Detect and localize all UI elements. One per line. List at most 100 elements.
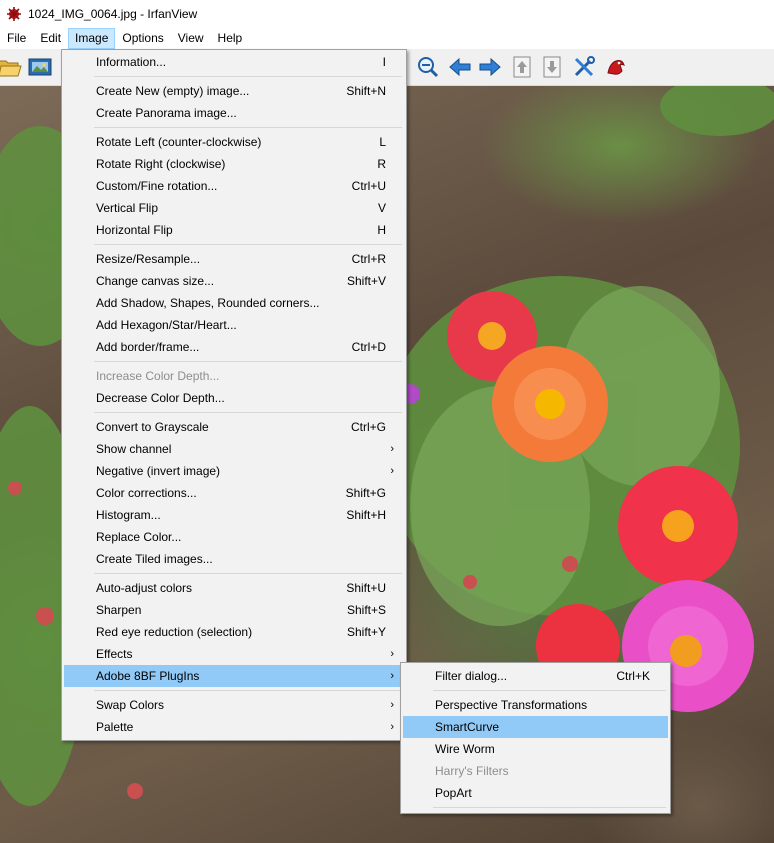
menu-separator (94, 412, 402, 413)
menu-help[interactable]: Help (211, 28, 250, 49)
menu-separator (433, 690, 666, 691)
menu-image[interactable]: Image (68, 28, 116, 49)
menu-separator (94, 573, 402, 574)
menu-item-sharpen[interactable]: Sharpen Shift+S (64, 599, 404, 621)
menu-separator (94, 690, 402, 691)
forward-arrow-icon[interactable] (476, 53, 504, 81)
menu-item-adobe-8bf-plugins[interactable]: Adobe 8BF PlugIns › (64, 665, 404, 687)
menu-item-negative[interactable]: Negative (invert image) › (64, 460, 404, 482)
menu-item-horizontal-flip[interactable]: Horizontal Flip H (64, 219, 404, 241)
menu-separator (94, 127, 402, 128)
menu-item-create-new-image[interactable]: Create New (empty) image... Shift+N (64, 80, 404, 102)
menu-item-label: Horizontal Flip (96, 223, 173, 237)
menu-item-harrys-filters: Harry's Filters (403, 760, 668, 782)
menu-item-add-border[interactable]: Add border/frame... Ctrl+D (64, 336, 404, 358)
red-flower-right (618, 466, 738, 586)
menu-item-add-hexagon[interactable]: Add Hexagon/Star/Heart... (64, 314, 404, 336)
menu-item-custom-rotation[interactable]: Custom/Fine rotation... Ctrl+U (64, 175, 404, 197)
menu-item-shortcut: Ctrl+K (616, 669, 650, 683)
irfanview-app-icon (7, 7, 21, 21)
menu-item-label: Adobe 8BF PlugIns (96, 669, 200, 683)
submenu-arrow-icon: › (390, 443, 394, 455)
menu-item-label: Create Panorama image... (96, 106, 237, 120)
menu-item-color-corrections[interactable]: Color corrections... Shift+G (64, 482, 404, 504)
menu-item-palette[interactable]: Palette › (64, 716, 404, 738)
menu-item-label: Color corrections... (96, 486, 197, 500)
back-arrow-icon[interactable] (446, 53, 474, 81)
menu-item-information[interactable]: Information... I (64, 51, 404, 73)
menu-item-shortcut: Shift+S (346, 603, 386, 617)
menu-item-label: Effects (96, 647, 133, 661)
menu-item-wire-worm[interactable]: Wire Worm (403, 738, 668, 760)
plugins-submenu: Filter dialog... Ctrl+K Perspective Trans… (400, 662, 671, 814)
menu-file[interactable]: File (0, 28, 33, 49)
menu-item-add-shadow[interactable]: Add Shadow, Shapes, Rounded corners... (64, 292, 404, 314)
tools-icon[interactable] (570, 53, 598, 81)
menu-item-label: Histogram... (96, 508, 161, 522)
menu-item-decrease-color-depth[interactable]: Decrease Color Depth... (64, 387, 404, 409)
menu-item-label: Add Shadow, Shapes, Rounded corners... (96, 296, 320, 310)
menu-item-histogram[interactable]: Histogram... Shift+H (64, 504, 404, 526)
menu-item-shortcut: Shift+V (346, 274, 386, 288)
menu-item-label: Swap Colors (96, 698, 165, 712)
menu-view[interactable]: View (171, 28, 211, 49)
menu-separator (94, 244, 402, 245)
submenu-arrow-icon: › (390, 699, 394, 711)
submenu-arrow-icon: › (390, 670, 394, 682)
menu-item-shortcut: Ctrl+D (351, 340, 386, 354)
slideshow-icon[interactable] (26, 53, 54, 81)
menu-item-shortcut: Shift+G (345, 486, 386, 500)
menu-item-label: Decrease Color Depth... (96, 391, 225, 405)
menu-item-shortcut: Shift+U (346, 581, 386, 595)
page-down-icon[interactable] (538, 53, 566, 81)
menu-item-label: Information... (96, 55, 167, 69)
menu-separator (433, 807, 666, 808)
menu-item-perspective-transformations[interactable]: Perspective Transformations (403, 694, 668, 716)
menu-item-shortcut: Shift+H (346, 508, 386, 522)
menu-item-label: Sharpen (96, 603, 142, 617)
menu-item-vertical-flip[interactable]: Vertical Flip V (64, 197, 404, 219)
menu-item-label: Red eye reduction (selection) (96, 625, 253, 639)
menu-item-label: Change canvas size... (96, 274, 215, 288)
menu-item-filter-dialog[interactable]: Filter dialog... Ctrl+K (403, 665, 668, 687)
menu-item-show-channel[interactable]: Show channel › (64, 438, 404, 460)
menu-item-auto-adjust[interactable]: Auto-adjust colors Shift+U (64, 577, 404, 599)
menu-item-popart[interactable]: PopArt (403, 782, 668, 804)
page-up-icon[interactable] (508, 53, 536, 81)
menu-item-label: Add border/frame... (96, 340, 200, 354)
menu-item-label: Create Tiled images... (96, 552, 213, 566)
title-bar: 1024_IMG_0064.jpg - IrfanView (0, 0, 774, 28)
window-title: 1024_IMG_0064.jpg - IrfanView (28, 7, 198, 21)
zoom-out-icon[interactable] (414, 53, 442, 81)
menu-item-rotate-left[interactable]: Rotate Left (counter-clockwise) L (64, 131, 404, 153)
menu-item-label: Wire Worm (435, 742, 495, 756)
menu-item-replace-color[interactable]: Replace Color... (64, 526, 404, 548)
menu-item-canvas-size[interactable]: Change canvas size... Shift+V (64, 270, 404, 292)
menu-item-resize[interactable]: Resize/Resample... Ctrl+R (64, 248, 404, 270)
menu-item-increase-color-depth: Increase Color Depth... (64, 365, 404, 387)
submenu-arrow-icon: › (390, 648, 394, 660)
menu-item-label: Replace Color... (96, 530, 182, 544)
menu-item-grayscale[interactable]: Convert to Grayscale Ctrl+G (64, 416, 404, 438)
menu-edit[interactable]: Edit (33, 28, 68, 49)
orange-flower (492, 346, 608, 462)
irfanview-logo-icon[interactable] (602, 53, 630, 81)
menu-item-label: Negative (invert image) (96, 464, 221, 478)
menu-item-label: Increase Color Depth... (96, 369, 220, 383)
menu-item-swap-colors[interactable]: Swap Colors › (64, 694, 404, 716)
menu-item-label: Convert to Grayscale (96, 420, 209, 434)
menu-item-red-eye[interactable]: Red eye reduction (selection) Shift+Y (64, 621, 404, 643)
menu-item-label: Palette (96, 720, 134, 734)
menu-item-shortcut: H (377, 223, 386, 237)
menu-item-smartcurve[interactable]: SmartCurve (403, 716, 668, 738)
menu-item-tiled-images[interactable]: Create Tiled images... (64, 548, 404, 570)
image-menu: Information... I Create New (empty) image… (61, 49, 407, 741)
menu-item-effects[interactable]: Effects › (64, 643, 404, 665)
menu-options[interactable]: Options (115, 28, 170, 49)
menu-item-label: Filter dialog... (435, 669, 508, 683)
menu-item-label: Auto-adjust colors (96, 581, 193, 595)
menu-item-create-panorama[interactable]: Create Panorama image... (64, 102, 404, 124)
menu-item-label: Custom/Fine rotation... (96, 179, 218, 193)
menu-item-rotate-right[interactable]: Rotate Right (clockwise) R (64, 153, 404, 175)
open-folder-icon[interactable] (0, 53, 24, 81)
